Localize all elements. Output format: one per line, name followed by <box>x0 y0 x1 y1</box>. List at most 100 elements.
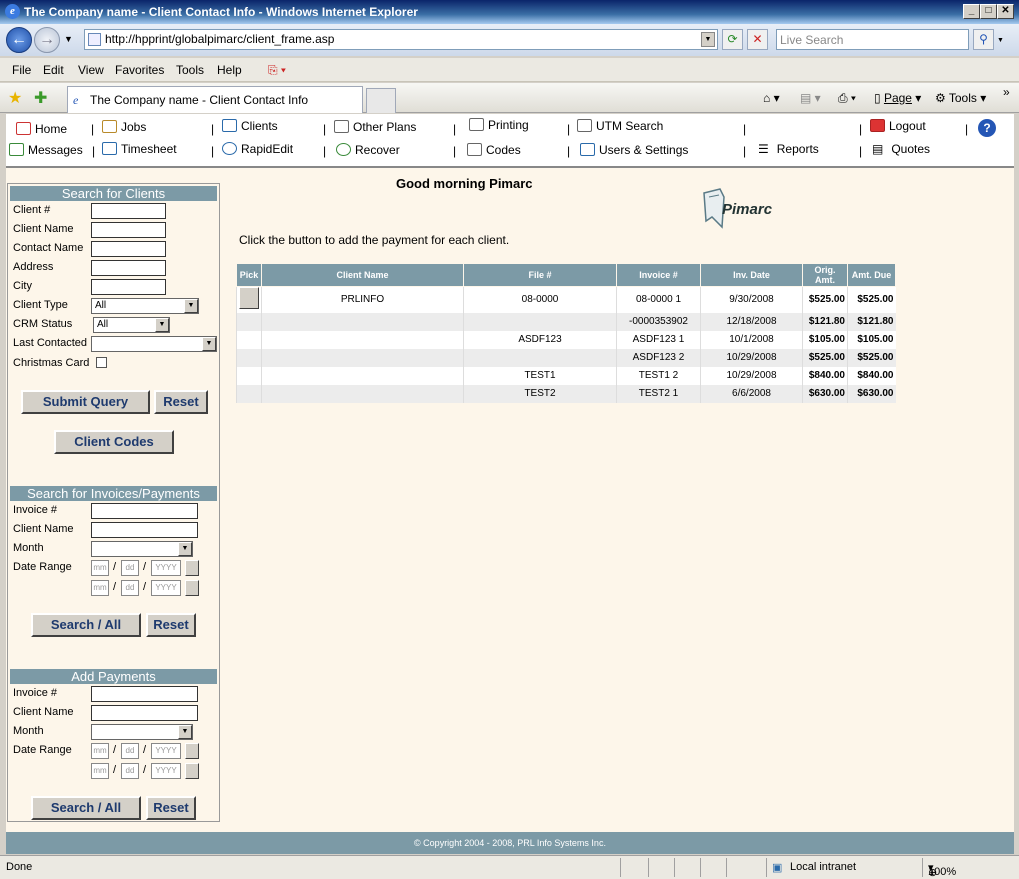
forward-button[interactable]: → <box>34 27 60 53</box>
nav-recover[interactable]: Recover <box>336 143 400 157</box>
address-bar[interactable]: http://hpprint/globalpimarc/client_frame… <box>84 29 718 50</box>
nav-reports[interactable]: ☰ Reports <box>758 142 819 156</box>
zoom-control[interactable]: ⊕ 100% ▾ <box>928 861 956 879</box>
close-button[interactable]: ✕ <box>997 4 1014 19</box>
nav-rapidedit[interactable]: RapidEdit <box>222 142 293 156</box>
reset-clients-button[interactable]: Reset <box>154 390 208 414</box>
last-contacted-select[interactable]: ▼ <box>91 336 217 352</box>
browser-tab-active[interactable]: e The Company name - Client Contact Info <box>67 86 363 113</box>
inv-from-month[interactable]: mm <box>91 560 109 576</box>
address-input[interactable] <box>91 260 166 276</box>
col-inv-date[interactable]: Inv. Date <box>700 263 803 287</box>
nav-printing[interactable]: Printing <box>469 118 529 132</box>
client-name-input[interactable] <box>91 222 166 238</box>
nav-other-plans[interactable]: Other Plans <box>334 120 416 134</box>
nav-clients[interactable]: Clients <box>222 119 278 133</box>
client-codes-button[interactable]: Client Codes <box>54 430 174 454</box>
nav-messages[interactable]: Messages <box>9 143 83 157</box>
inv-to-month[interactable]: mm <box>91 580 109 596</box>
col-invoice-num[interactable]: Invoice # <box>616 263 701 287</box>
crm-status-select[interactable]: All ▼ <box>93 317 170 333</box>
col-amt-due[interactable]: Amt. Due <box>847 263 896 287</box>
search-icon[interactable]: ⚲ <box>973 29 994 50</box>
calendar-icon[interactable] <box>185 743 199 759</box>
add-favorite-icon[interactable]: ✚ <box>34 88 47 108</box>
minimize-button[interactable]: _ <box>963 4 980 19</box>
christmas-card-checkbox[interactable] <box>96 357 107 368</box>
inv-month-select[interactable]: ▼ <box>91 541 193 557</box>
quotes-icon: ▤ <box>872 142 884 156</box>
pay-month-select[interactable]: ▼ <box>91 724 193 740</box>
pay-to-day[interactable]: dd <box>121 763 139 779</box>
inv-reset-button[interactable]: Reset <box>146 613 196 637</box>
url-dropdown-icon[interactable]: ▼ <box>701 32 715 47</box>
nav-codes[interactable]: Codes <box>467 143 521 157</box>
nav-quotes[interactable]: ▤ Quotes <box>872 142 930 156</box>
calendar-icon[interactable] <box>185 580 199 596</box>
refresh-icon[interactable]: ⟳ <box>722 29 743 50</box>
menu-edit[interactable]: Edit <box>43 63 64 77</box>
chevron-down-icon[interactable]: ▼ <box>202 337 216 351</box>
search-options-icon[interactable]: ▼ <box>997 37 1004 44</box>
new-tab-button[interactable] <box>366 88 396 113</box>
menu-favorites[interactable]: Favorites <box>115 63 164 77</box>
page-menu[interactable]: ▯ Page ▾ <box>874 91 921 105</box>
col-file-num[interactable]: File # <box>463 263 617 287</box>
menu-file[interactable]: File <box>12 63 31 77</box>
city-input[interactable] <box>91 279 166 295</box>
nav-users-settings[interactable]: Users & Settings <box>580 143 688 157</box>
pay-search-all-button[interactable]: Search / All <box>31 796 141 820</box>
pay-client-name-input[interactable] <box>91 705 198 721</box>
nav-jobs[interactable]: Jobs <box>102 120 146 134</box>
inv-from-day[interactable]: dd <box>121 560 139 576</box>
chevron-down-icon[interactable]: ▼ <box>178 725 192 739</box>
inv-to-year[interactable]: YYYY <box>151 580 181 596</box>
chevron-down-icon[interactable]: ▼ <box>178 542 192 556</box>
submit-query-button[interactable]: Submit Query <box>21 390 150 414</box>
chevron-more-icon[interactable]: » <box>1003 85 1010 99</box>
stop-icon[interactable]: ✕ <box>747 29 768 50</box>
nav-home[interactable]: Home <box>16 122 67 136</box>
invoice-num-input[interactable] <box>91 503 198 519</box>
maximize-button[interactable]: □ <box>980 4 997 19</box>
menu-help[interactable]: Help <box>217 63 242 77</box>
nav-timesheet[interactable]: Timesheet <box>102 142 177 156</box>
pick-button[interactable] <box>239 287 259 310</box>
calendar-icon[interactable] <box>185 560 199 576</box>
contact-name-input[interactable] <box>91 241 166 257</box>
menu-view[interactable]: View <box>78 63 104 77</box>
pay-from-day[interactable]: dd <box>121 743 139 759</box>
back-button[interactable]: ← <box>6 27 32 53</box>
pay-to-year[interactable]: YYYY <box>151 763 181 779</box>
chevron-down-icon[interactable]: ▼ <box>155 318 169 332</box>
history-dropdown-icon[interactable]: ▼ <box>64 34 73 44</box>
favorites-star-icon[interactable]: ★ <box>8 88 22 108</box>
print-command-icon[interactable]: ⎙ ▾ <box>838 91 856 106</box>
col-client-name[interactable]: Client Name <box>261 263 464 287</box>
inv-from-year[interactable]: YYYY <box>151 560 181 576</box>
menu-tools[interactable]: Tools <box>176 63 204 77</box>
inv-search-all-button[interactable]: Search / All <box>31 613 141 637</box>
nav-logout[interactable]: Logout <box>870 119 926 133</box>
inv-to-day[interactable]: dd <box>121 580 139 596</box>
tools-menu[interactable]: ⚙ Tools ▾ <box>935 91 986 105</box>
home-command-icon[interactable]: ⌂ ▾ <box>763 91 780 105</box>
pdf-icon[interactable]: ⎘ ▾ <box>268 63 286 78</box>
inv-client-name-input[interactable] <box>91 522 198 538</box>
col-orig-amt[interactable]: Orig. Amt. <box>802 263 848 287</box>
pay-reset-button[interactable]: Reset <box>146 796 196 820</box>
window-title-bar[interactable]: e The Company name - Client Contact Info… <box>0 0 1019 24</box>
feeds-icon[interactable]: ▤ ▾ <box>800 91 821 105</box>
pay-from-month[interactable]: mm <box>91 743 109 759</box>
chevron-down-icon[interactable]: ▼ <box>184 299 198 313</box>
pay-to-month[interactable]: mm <box>91 763 109 779</box>
client-type-select[interactable]: All ▼ <box>91 298 199 314</box>
pay-from-year[interactable]: YYYY <box>151 743 181 759</box>
nav-utm-search[interactable]: UTM Search <box>577 119 663 133</box>
pay-invoice-num-input[interactable] <box>91 686 198 702</box>
cell-invoice: ASDF123 2 <box>616 348 701 367</box>
live-search-input[interactable]: Live Search <box>776 29 969 50</box>
help-icon[interactable]: ? <box>978 119 996 137</box>
client-num-input[interactable] <box>91 203 166 219</box>
calendar-icon[interactable] <box>185 763 199 779</box>
